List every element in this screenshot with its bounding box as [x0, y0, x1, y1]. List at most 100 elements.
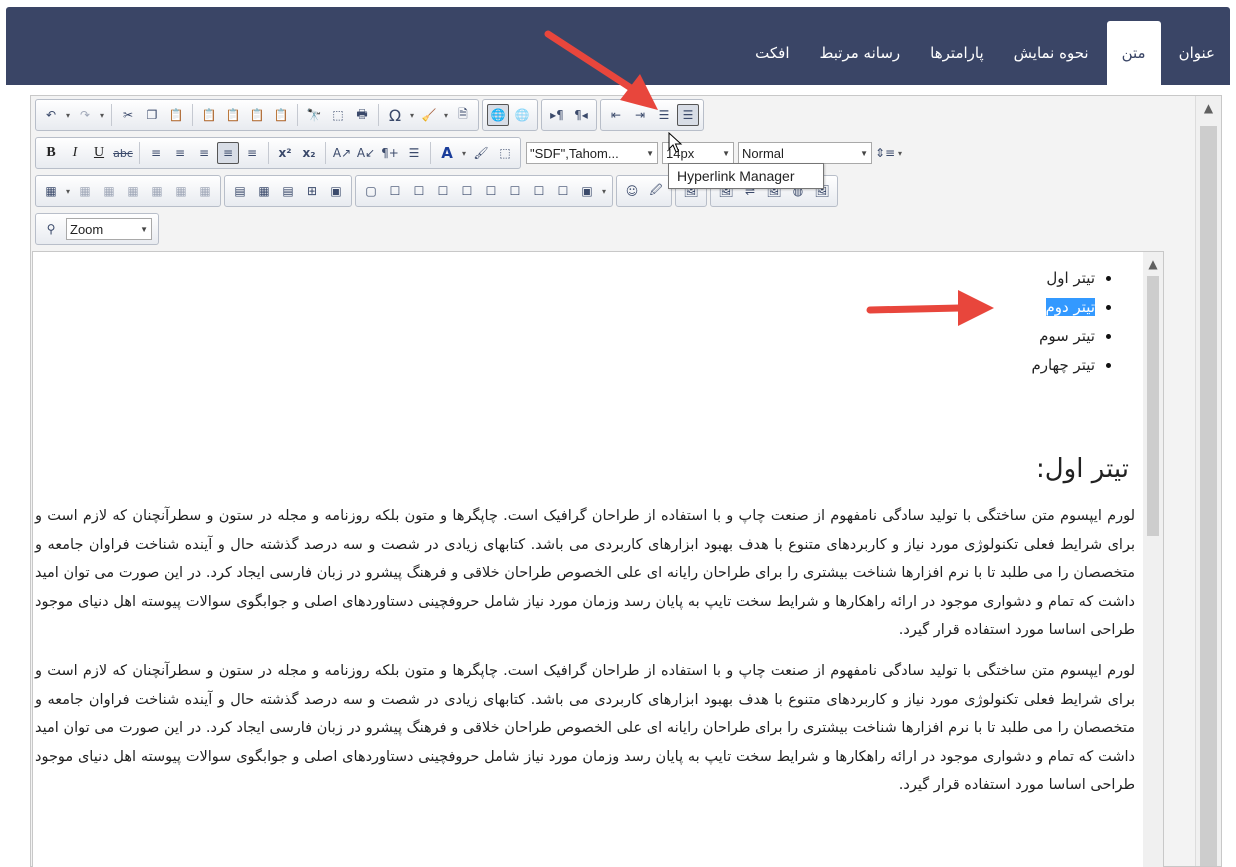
- tab-1[interactable]: متن: [1106, 21, 1161, 85]
- table-wizard-icon[interactable]: ▣: [325, 180, 347, 202]
- paragraph-icon[interactable]: ¶+: [379, 142, 401, 164]
- form-button-icon[interactable]: ☐: [456, 180, 478, 202]
- select-all-icon[interactable]: ⬚: [327, 104, 349, 126]
- font-color-icon[interactable]: A↗: [331, 142, 353, 164]
- hyperlink-manager-icon[interactable]: 🌐: [487, 104, 509, 126]
- form-more-icon[interactable]: ▣: [576, 180, 598, 202]
- scrollbar-thumb[interactable]: [1147, 276, 1159, 536]
- undo-icon[interactable]: ↶: [40, 104, 62, 126]
- paste-clean-icon[interactable]: 📋: [222, 104, 244, 126]
- table-layout-1-icon[interactable]: ▤: [229, 180, 251, 202]
- editor-content[interactable]: ▲ تیتر اول تیتر دوم تیتر سوم تیتر چهارم تیت…: [32, 251, 1164, 867]
- paste-html-icon[interactable]: 📋: [270, 104, 292, 126]
- find-replace-icon[interactable]: 🔭: [303, 104, 325, 126]
- redo-dropdown-icon[interactable]: ▾: [98, 111, 106, 120]
- tab-0[interactable]: عنوان: [1164, 21, 1230, 85]
- insert-table-dropdown-icon[interactable]: ▾: [64, 187, 72, 196]
- paste-plain-icon[interactable]: 📋: [246, 104, 268, 126]
- redo-icon[interactable]: ↷: [74, 104, 96, 126]
- separator: [111, 104, 112, 126]
- merge-cells-icon[interactable]: ▦: [194, 180, 216, 202]
- form-select-icon[interactable]: ☐: [480, 180, 502, 202]
- separator: [268, 142, 269, 164]
- hyperlink-manager-tooltip: Hyperlink Manager: [668, 163, 824, 189]
- line-spacing-dropdown-icon[interactable]: ▾: [896, 149, 904, 158]
- form-image-icon[interactable]: ☐: [552, 180, 574, 202]
- align-center-icon[interactable]: ≡: [169, 142, 191, 164]
- justify-icon[interactable]: ≡: [217, 142, 239, 164]
- form-textarea-icon[interactable]: ☐: [504, 180, 526, 202]
- font-name-select[interactable]: "SDF",Tahom... ▼: [526, 142, 658, 164]
- chevron-down-icon: ▼: [646, 148, 654, 158]
- scrollbar-thumb[interactable]: [1200, 126, 1217, 866]
- align-left-icon[interactable]: ≡: [145, 142, 167, 164]
- smiley-icon[interactable]: ☺: [621, 180, 643, 202]
- separator: [192, 104, 193, 126]
- paragraph-style-select[interactable]: Normal ▼: [738, 142, 872, 164]
- underline-icon[interactable]: U: [88, 142, 110, 164]
- remove-link-icon[interactable]: 🌐: [511, 104, 533, 126]
- zoom-select[interactable]: Zoom ▼: [66, 218, 152, 240]
- format-stripper-dropdown-icon[interactable]: ▾: [442, 111, 450, 120]
- form-textbox-icon[interactable]: ☐: [432, 180, 454, 202]
- text-color-dropdown-icon[interactable]: ▾: [460, 149, 468, 158]
- form-checkbox-icon[interactable]: ☐: [384, 180, 406, 202]
- symbol-icon[interactable]: Ω: [384, 104, 406, 126]
- delete-row-icon[interactable]: ▦: [122, 180, 144, 202]
- format-painter-icon[interactable]: ⬚: [494, 142, 516, 164]
- horizontal-rule-icon[interactable]: ☰: [403, 142, 425, 164]
- strikethrough-icon[interactable]: abc: [112, 142, 134, 164]
- form-dropdown-icon[interactable]: ▾: [600, 187, 608, 196]
- format-stripper-icon[interactable]: 🧹: [418, 104, 440, 126]
- form-hidden-icon[interactable]: ☐: [528, 180, 550, 202]
- zoom-icon[interactable]: ⚲: [40, 218, 62, 240]
- zoom-group: ⚲ Zoom ▼: [35, 213, 159, 245]
- align-right-icon[interactable]: ≡: [193, 142, 215, 164]
- table-layout-2-icon[interactable]: ▦: [253, 180, 275, 202]
- scroll-up-icon[interactable]: ▲: [1196, 96, 1221, 120]
- insert-row-above-icon[interactable]: ▦: [74, 180, 96, 202]
- cut-icon[interactable]: ✂: [117, 104, 139, 126]
- content-scrollbar[interactable]: ▲: [1143, 252, 1163, 867]
- form-radio-icon[interactable]: ☐: [408, 180, 430, 202]
- template-icon[interactable]: 🖉: [645, 180, 667, 202]
- line-spacing-icon[interactable]: ⇕≡: [874, 142, 896, 164]
- separator: [378, 104, 379, 126]
- scroll-up-icon[interactable]: ▲: [1143, 252, 1163, 276]
- editor-scrollbar[interactable]: ▲: [1195, 96, 1221, 866]
- form-group: ▢ ☐ ☐ ☐ ☐ ☐ ☐ ☐ ☐ ▣ ▾: [355, 175, 613, 207]
- paragraph: لورم ایپسوم متن ساختگی با تولید سادگی نا…: [35, 508, 1135, 639]
- chevron-down-icon: ▼: [860, 148, 868, 158]
- print-icon[interactable]: 🖶: [351, 104, 373, 126]
- document-text[interactable]: تیتر اول تیتر دوم تیتر سوم تیتر چهارم تیتر …: [35, 264, 1135, 800]
- table-layout-3-icon[interactable]: ▤: [277, 180, 299, 202]
- insert-column-icon[interactable]: ▦: [146, 180, 168, 202]
- toolbar-row-4: ⚲ Zoom ▼: [35, 213, 162, 245]
- undo-dropdown-icon[interactable]: ▾: [64, 111, 72, 120]
- symbol-dropdown-icon[interactable]: ▾: [408, 111, 416, 120]
- superscript-icon[interactable]: x²: [274, 142, 296, 164]
- insert-table-icon[interactable]: ▦: [40, 180, 62, 202]
- no-align-icon[interactable]: ≡: [241, 142, 263, 164]
- table-layout-4-icon[interactable]: ⊞: [301, 180, 323, 202]
- bold-icon[interactable]: B: [40, 142, 62, 164]
- tab-5[interactable]: افکت: [740, 21, 804, 85]
- bullet-list-icon[interactable]: ☰: [677, 104, 699, 126]
- tab-4[interactable]: رسانه مرتبط: [805, 21, 916, 85]
- subscript-icon[interactable]: x₂: [298, 142, 320, 164]
- tab-2[interactable]: نحوه نمایش: [999, 21, 1104, 85]
- italic-icon[interactable]: I: [64, 142, 86, 164]
- text-color-icon[interactable]: A: [436, 142, 458, 164]
- list-item: تیتر چهارم: [35, 351, 1095, 380]
- highlight-color-icon[interactable]: 🖌: [470, 142, 492, 164]
- paste-word-icon[interactable]: 📋: [198, 104, 220, 126]
- copy-icon[interactable]: ❐: [141, 104, 163, 126]
- paste-icon[interactable]: 📋: [165, 104, 187, 126]
- page-properties-icon[interactable]: 🗎: [452, 104, 474, 126]
- annotation-arrow-icon: [544, 30, 658, 110]
- background-color-icon[interactable]: A↙: [355, 142, 377, 164]
- form-icon[interactable]: ▢: [360, 180, 382, 202]
- delete-column-icon[interactable]: ▦: [170, 180, 192, 202]
- tab-3[interactable]: پارامترها: [915, 21, 998, 85]
- insert-row-below-icon[interactable]: ▦: [98, 180, 120, 202]
